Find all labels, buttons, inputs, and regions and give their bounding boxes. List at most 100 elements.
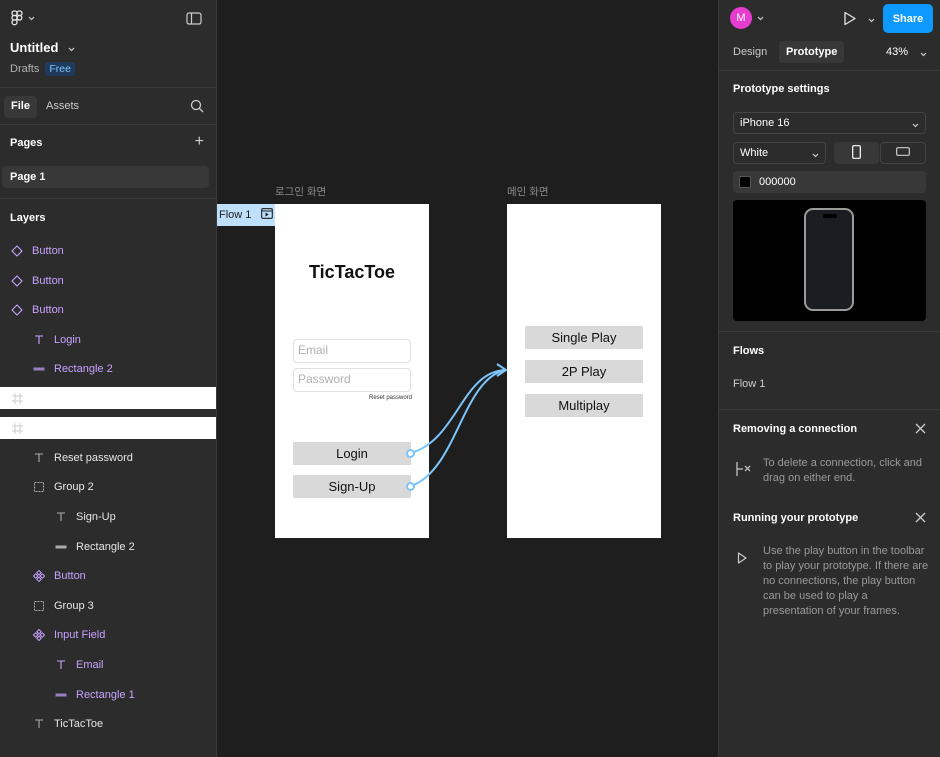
layer-label: Button xyxy=(32,245,64,257)
tab-assets[interactable]: Assets xyxy=(39,96,86,118)
running-prototype-heading: Running your prototype xyxy=(733,512,859,524)
page-item-page-1[interactable]: Page 1 xyxy=(2,166,209,188)
layer-label: Sign-Up xyxy=(76,511,116,523)
file-header: Untitled Drafts Free xyxy=(0,0,216,88)
component-icon xyxy=(32,628,46,642)
layer-label: 로그인 화면 xyxy=(32,423,86,435)
layer-label: Group 3 xyxy=(54,600,94,612)
tab-design[interactable]: Design xyxy=(726,41,774,63)
background-hex: 000000 xyxy=(759,176,796,188)
tab-prototype[interactable]: Prototype xyxy=(779,41,845,63)
chevron-down-icon xyxy=(68,40,75,55)
connection-handle[interactable] xyxy=(406,449,415,458)
play-icon xyxy=(737,552,747,567)
component-instance-icon xyxy=(10,274,24,288)
layer-label: TicTacToe xyxy=(54,718,104,730)
layer-item[interactable]: TicTacToe xyxy=(0,713,216,735)
text-icon xyxy=(54,658,68,672)
close-icon[interactable] xyxy=(915,423,926,437)
chevron-down-icon xyxy=(812,149,819,161)
chevron-down-icon[interactable] xyxy=(757,12,764,24)
avatar[interactable]: M xyxy=(730,7,752,29)
layer-label: Rectangle 2 xyxy=(76,541,135,553)
login-connection xyxy=(410,369,506,454)
file-title[interactable]: Untitled xyxy=(10,40,75,55)
rectangle-icon xyxy=(54,688,68,702)
layer-label: Button xyxy=(32,275,64,287)
layer-item[interactable]: Button xyxy=(0,240,216,262)
layer-item[interactable]: Email xyxy=(0,654,216,676)
device-color-select[interactable]: White xyxy=(733,142,826,164)
layer-item[interactable]: Button xyxy=(0,270,216,292)
layer-label: Button xyxy=(32,304,64,316)
divider xyxy=(719,331,940,332)
layer-item[interactable]: Rectangle 2 xyxy=(0,358,216,380)
text-icon xyxy=(32,717,46,731)
divider xyxy=(719,409,940,410)
layer-label: Email xyxy=(76,659,104,671)
chevron-down-icon[interactable] xyxy=(920,48,927,60)
layer-item[interactable]: Rectangle 1 xyxy=(0,684,216,706)
connection-handle[interactable] xyxy=(406,482,415,491)
component-instance-icon xyxy=(10,303,24,317)
pages-section: Pages + Page 1 xyxy=(0,125,216,199)
layer-item[interactable]: 로그인 화면 xyxy=(0,417,216,439)
flow-item-flow-1[interactable]: Flow 1 xyxy=(733,378,765,390)
phone-notch xyxy=(823,214,837,218)
frame-icon xyxy=(10,391,24,405)
left-tabs: File Assets xyxy=(0,88,216,125)
prototype-settings-heading: Prototype settings xyxy=(733,83,830,95)
layer-label: Rectangle 2 xyxy=(54,363,113,375)
right-sidebar: M Share Design Prototype 43% Prototype s… xyxy=(718,0,940,757)
device-select-value: iPhone 16 xyxy=(740,117,790,129)
sidebar-toggle-icon[interactable] xyxy=(186,12,202,28)
chevron-down-icon[interactable] xyxy=(868,14,875,26)
drafts-label[interactable]: Drafts xyxy=(10,63,39,75)
removing-connection-heading: Removing a connection xyxy=(733,423,858,435)
landscape-icon xyxy=(896,147,910,159)
main-menu-button[interactable] xyxy=(10,10,35,26)
search-icon[interactable] xyxy=(190,99,204,116)
phone-mockup xyxy=(804,208,854,311)
layer-item[interactable]: Login xyxy=(0,329,216,351)
rectangle-icon xyxy=(54,540,68,554)
chevron-down-icon xyxy=(28,16,35,21)
text-icon xyxy=(32,333,46,347)
layer-label: Reset password xyxy=(54,452,133,464)
plan-badge[interactable]: Free xyxy=(45,62,75,76)
close-icon[interactable] xyxy=(915,512,926,526)
layer-item[interactable]: Group 3 xyxy=(0,595,216,617)
design-canvas[interactable]: 로그인 화면 메인 화면 Flow 1 TicTacToe Email Pass… xyxy=(217,0,718,757)
layer-item[interactable]: 메인 화면 xyxy=(0,387,216,409)
disconnect-icon xyxy=(733,460,753,481)
layer-label: 메인 화면 xyxy=(32,393,76,405)
frame-icon xyxy=(10,421,24,435)
tab-file[interactable]: File xyxy=(4,96,37,118)
removing-connection-text: To delete a connection, click and drag o… xyxy=(763,457,922,484)
landscape-orientation-button[interactable] xyxy=(880,142,926,164)
portrait-orientation-button[interactable] xyxy=(834,142,879,164)
layer-item[interactable]: Rectangle 2 xyxy=(0,536,216,558)
component-instance-icon xyxy=(10,244,24,258)
layer-item[interactable]: Input Field xyxy=(0,624,216,646)
layer-item[interactable]: Sign-Up xyxy=(0,506,216,528)
rectangle-icon xyxy=(32,362,46,376)
left-sidebar: Untitled Drafts Free File Assets Pages +… xyxy=(0,0,217,757)
layer-label: Button xyxy=(54,570,86,582)
layer-item[interactable]: Reset password xyxy=(0,447,216,469)
layer-label: Input Field xyxy=(54,629,106,641)
add-page-icon[interactable]: + xyxy=(195,134,204,150)
share-button[interactable]: Share xyxy=(883,4,933,33)
layer-item[interactable]: Button xyxy=(0,565,216,587)
drafts-location: Drafts Free xyxy=(10,62,75,76)
file-title-text: Untitled xyxy=(10,40,59,55)
zoom-level[interactable]: 43% xyxy=(886,46,908,58)
group-icon xyxy=(32,599,46,613)
background-color-field[interactable]: 000000 xyxy=(733,171,926,193)
layer-item[interactable]: Button xyxy=(0,299,216,321)
play-icon[interactable] xyxy=(843,11,857,29)
text-icon xyxy=(32,451,46,465)
layer-item[interactable]: Group 2 xyxy=(0,476,216,498)
color-swatch[interactable] xyxy=(739,176,751,188)
device-select[interactable]: iPhone 16 xyxy=(733,112,926,134)
